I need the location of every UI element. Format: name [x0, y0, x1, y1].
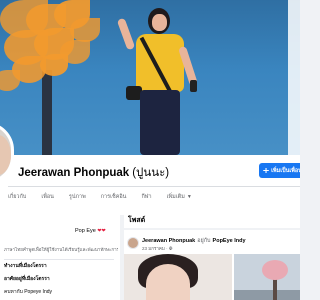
tree-trunk: [42, 70, 52, 155]
post-author-name[interactable]: Jeerawan Phonpuak: [142, 238, 195, 244]
tab-sports-label: กีฬา: [141, 194, 152, 200]
chevron-down-icon: ▼: [186, 194, 192, 200]
profile-name: Jeerawan Phonpuak (ปูนนะ): [18, 164, 169, 182]
profile-name-text: Jeerawan Phonpuak: [18, 167, 130, 179]
intro-headline: Pop Eye ❤❤: [75, 228, 106, 234]
heart-icon: ❤❤: [97, 228, 106, 234]
tab-more[interactable]: เพิ่มเติม ▼: [167, 193, 192, 201]
posts-header: [124, 212, 300, 228]
post-timestamp-text: 23 มกราคม: [142, 246, 165, 251]
tab-photos-label: รูปภาพ: [68, 194, 86, 200]
intro-divider: [4, 259, 114, 260]
profile-alt-name: (ปูนนะ): [132, 167, 170, 179]
intro-card: [0, 212, 120, 300]
tab-checkins[interactable]: การเช็คอิน: [101, 193, 127, 201]
header-divider: [8, 186, 300, 187]
tree-foliage: [70, 18, 100, 42]
tab-more-label: เพิ่มเติม: [166, 194, 185, 200]
profile-tabs: เกี่ยวกับ เพื่อน รูปภาพ การเช็คอิน กีฬา …: [8, 190, 207, 204]
tab-sports[interactable]: กีฬา: [141, 193, 151, 201]
post-timestamp[interactable]: 23 มกราคม · 🌐︎: [142, 245, 172, 252]
tab-about-label: เกี่ยวกับ: [8, 194, 27, 200]
tab-about[interactable]: เกี่ยวกับ: [8, 193, 26, 201]
post-photo-outdoor[interactable]: [234, 254, 300, 300]
post-author-line: Jeerawan Phonpuak อยู่กับ PopEye Indy: [142, 237, 246, 245]
intro-headline-text: Pop Eye: [75, 228, 96, 234]
add-friend-button[interactable]: ➕︎ เพิ่มเป็นเพื่อน: [259, 163, 300, 178]
post-photo-portrait[interactable]: [124, 254, 232, 300]
add-friend-icon: ➕︎: [263, 165, 270, 175]
intro-row-work[interactable]: ทำงานที่เมืองโตรรา: [4, 262, 47, 270]
tab-checkins-label: การเช็คอิน: [100, 194, 127, 200]
intro-bio: ภาษาไทยคำพูดเพื่อให้ผู้ใช้งานได้เรียนรู้…: [4, 247, 118, 252]
cover-frame: [288, 0, 300, 155]
post-author-avatar[interactable]: [127, 237, 139, 249]
posts-title: โพสต์: [128, 217, 146, 224]
intro-row-lives[interactable]: อาศัยอยู่ที่เมืองโตรรา: [4, 275, 50, 283]
tab-photos[interactable]: รูปภาพ: [69, 193, 86, 201]
tree-foliage: [0, 70, 20, 91]
add-friend-label: เพิ่มเป็นเพื่อน: [271, 167, 300, 174]
cover-person: [116, 4, 206, 155]
intro-row-relationship[interactable]: คบหากับ Popeye Indy: [4, 288, 52, 296]
post-tagged-person[interactable]: PopEye Indy: [213, 238, 246, 244]
cover-photo[interactable]: [0, 0, 300, 155]
globe-icon: 🌐︎: [168, 246, 173, 251]
tab-friends-label: เพื่อน: [41, 194, 54, 200]
tab-friends[interactable]: เพื่อน: [41, 193, 54, 201]
post-verb: อยู่กับ: [197, 238, 211, 244]
tree-foliage: [40, 54, 68, 76]
